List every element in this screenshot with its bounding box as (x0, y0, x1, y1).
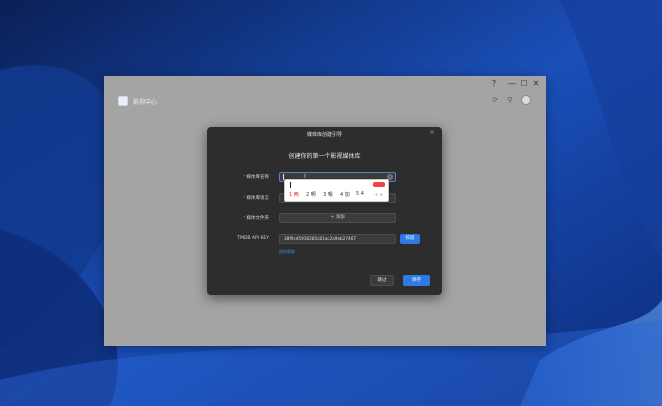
app-header: 影视中心 (118, 94, 157, 108)
ime-logo-icon (373, 182, 385, 187)
required-mark: * (243, 175, 246, 180)
ime-candidate[interactable]: 2 啊 (306, 191, 316, 198)
ime-page-nav[interactable]: < > (375, 192, 383, 197)
required-mark: * (243, 216, 246, 221)
search-icon[interactable]: ⚲ (505, 95, 515, 105)
dialog-close-icon[interactable]: ✕ (428, 129, 436, 137)
ime-candidate[interactable]: 5 4 (356, 191, 364, 197)
save-button[interactable]: 保存 (403, 275, 430, 286)
verify-button[interactable]: 校验 (400, 234, 420, 244)
ime-candidate[interactable]: 4 加 (340, 191, 350, 198)
ime-candidate[interactable]: 3 嗯 (323, 191, 333, 198)
minimize-button[interactable]: — (506, 78, 518, 90)
refresh-icon[interactable]: ⟳ (490, 95, 500, 105)
app-logo-icon (118, 96, 128, 106)
library-language-label: *媒体库语言 (243, 196, 269, 201)
ime-candidate[interactable]: 1 两 (289, 191, 299, 198)
dialog-heading: 创建你的第一个影视媒体库 (288, 153, 361, 160)
ime-caret (290, 182, 291, 188)
ime-candidate-popup: 1 两 2 啊 3 嗯 4 加 5 4 < > (284, 179, 389, 202)
avatar[interactable] (521, 95, 531, 105)
close-button[interactable]: ✕ (530, 78, 542, 90)
tmdb-api-key-input[interactable]: 38f9cd5918285c81ac2a9eb27467 (279, 234, 396, 244)
skip-button[interactable]: 跳过 (370, 275, 394, 286)
title-bar: ? — ☐ ✕ (104, 76, 546, 92)
help-icon[interactable]: ? (488, 78, 500, 90)
maximize-button[interactable]: ☐ (518, 78, 530, 90)
dialog-title: 媒体库创建引导 (306, 132, 342, 138)
library-name-label: *媒体库名称 (243, 175, 269, 180)
add-folder-button[interactable]: + 添加 (279, 213, 396, 223)
media-folder-label: *媒体文件夹 (243, 216, 269, 221)
app-title: 影视中心 (133, 98, 158, 106)
library-setup-dialog: 媒体库创建引导 ✕ 创建你的第一个影视媒体库 *媒体库名称 I × *媒体库语言… (207, 127, 442, 295)
tmdb-api-key-label: TMDB API KEY (237, 236, 269, 241)
api-help-link[interactable]: 如何获取 (279, 249, 295, 255)
required-mark: * (243, 196, 246, 201)
